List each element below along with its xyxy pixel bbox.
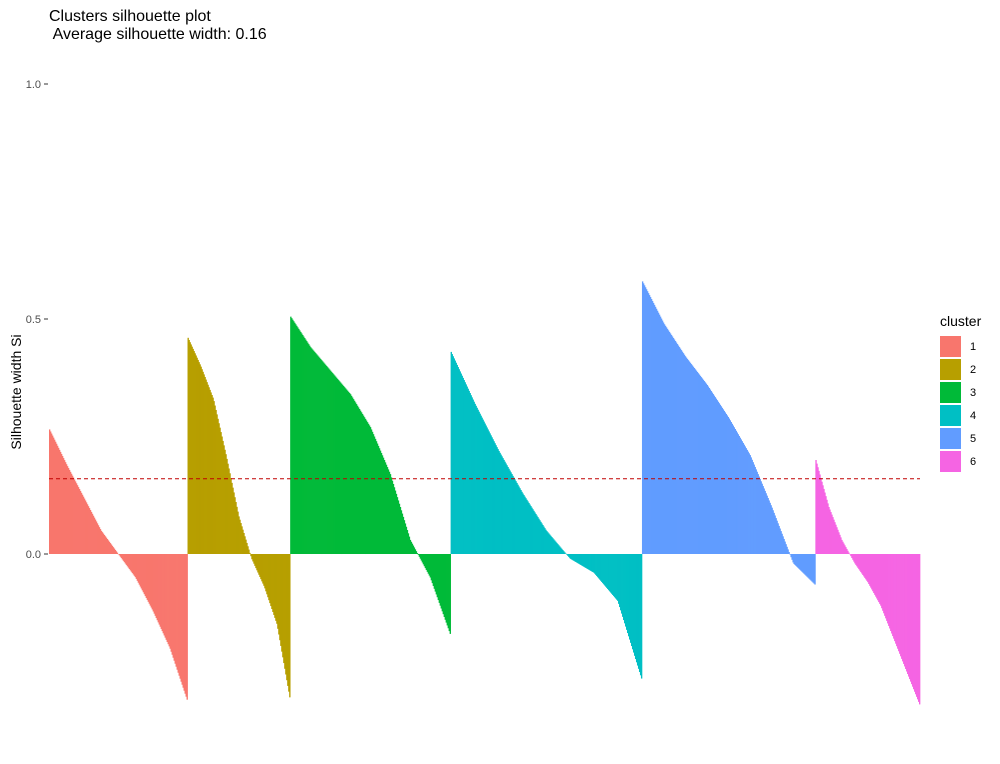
legend-item-cluster-3: 3: [940, 381, 981, 404]
silhouette-bar: [814, 554, 816, 585]
y-axis: 0.0 0.5 1.0: [26, 79, 48, 561]
silhouette-bar: [416, 553, 419, 554]
cluster-5-bars: [641, 281, 816, 585]
silhouette-bar: [249, 552, 251, 554]
silhouette-bar: [788, 551, 790, 554]
legend-item-cluster-2: 2: [940, 358, 981, 381]
cluster-1-bars: [49, 429, 188, 700]
legend-label: 2: [970, 363, 977, 376]
cluster-3-bars: [290, 316, 451, 634]
legend-label: 4: [970, 409, 977, 422]
legend-key: [940, 451, 961, 472]
legend-key: [940, 382, 961, 403]
cluster-4-bars: [450, 351, 643, 679]
silhouette-plot: 0.0 0.5 1.0 Silhouette width Si: [8, 79, 921, 705]
y-axis-label: Silhouette width Si: [8, 334, 24, 449]
legend-item-cluster-5: 5: [940, 427, 981, 450]
silhouette-bar: [116, 552, 119, 554]
silhouette-bar: [919, 554, 921, 705]
legend-key: [940, 359, 961, 380]
legend-item-cluster-6: 6: [940, 450, 981, 473]
legend-label: 3: [970, 386, 977, 399]
silhouette-bar: [640, 554, 643, 679]
silhouette-bars: [49, 281, 921, 705]
silhouette-bar: [289, 554, 291, 698]
silhouette-bar: [848, 552, 850, 554]
legend-label: 6: [970, 455, 977, 468]
silhouette-bar: [449, 554, 451, 634]
legend-key: [940, 405, 961, 426]
cluster-2-bars: [187, 337, 291, 698]
legend-key: [940, 336, 961, 357]
y-tick-label: 1.0: [26, 79, 41, 91]
legend-label: 5: [970, 432, 977, 445]
legend-items: 1 2 3 4 5 6: [940, 335, 981, 473]
legend-key: [940, 428, 961, 449]
legend: cluster 1 2 3 4 5 6: [940, 313, 981, 473]
cluster-6-bars: [815, 460, 921, 705]
y-tick-label: 0.5: [26, 314, 41, 326]
legend-item-cluster-1: 1: [940, 335, 981, 358]
legend-title: cluster: [940, 313, 982, 329]
y-tick-label: 0.0: [26, 549, 41, 561]
legend-item-cluster-4: 4: [940, 404, 981, 427]
silhouette-bar: [186, 554, 188, 700]
legend-label: 1: [970, 340, 977, 353]
